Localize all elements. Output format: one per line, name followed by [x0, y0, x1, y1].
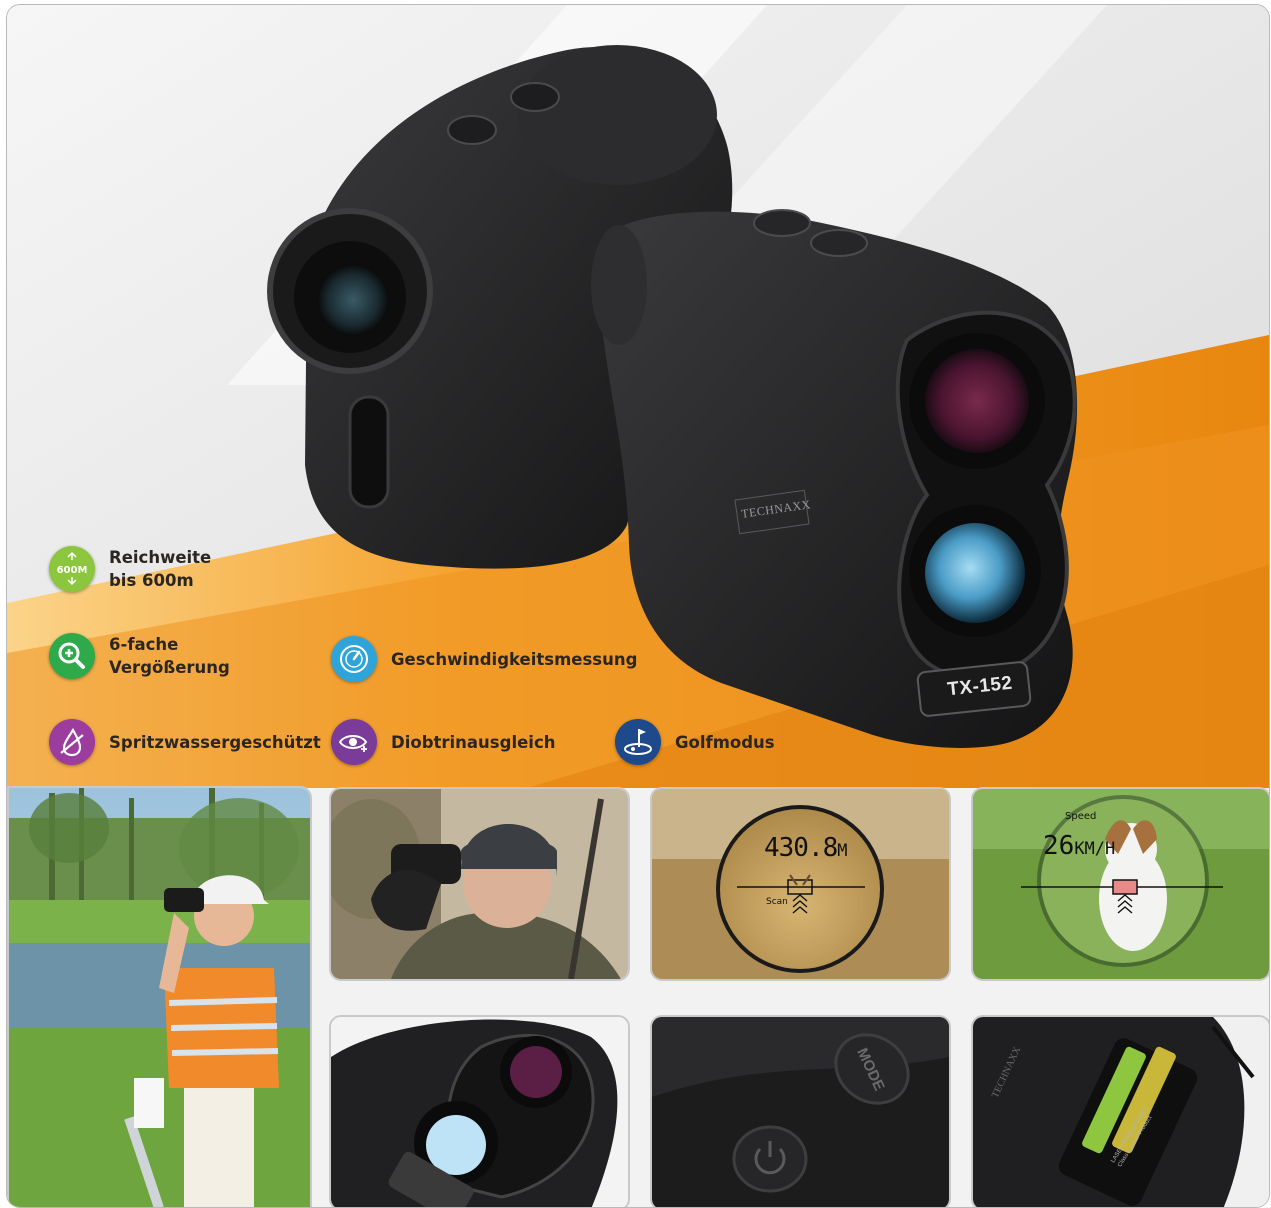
speed-unit: KM/H: [1074, 839, 1116, 859]
feature-splash: Spritzwassergeschützt: [49, 719, 321, 765]
feature-range-line2: bis 600m: [109, 571, 194, 590]
feature-range-label: Reichweite bis 600m: [109, 546, 211, 592]
distance-readout: 430.8M: [764, 833, 848, 863]
feature-splash-line1: Spritzwassergeschützt: [109, 732, 321, 752]
photo-golfer: [7, 786, 312, 1207]
speed-readout: 26KM/H: [1043, 831, 1115, 861]
golf-flag-icon: [615, 719, 661, 765]
photo-speed-viewfinder: Speed 26KM/H: [971, 787, 1269, 981]
distance-value: 430.8: [764, 833, 838, 863]
feature-range: 600M Reichweite bis 600m: [49, 546, 211, 592]
photo-lens-closeup: [329, 1015, 630, 1207]
photo-buttons-closeup: MODE: [650, 1015, 951, 1207]
feature-zoom: 6-fache Vergößerung: [49, 633, 230, 679]
feature-speed-line1: Geschwindigkeitsmessung: [391, 649, 638, 669]
feature-golf-line1: Golfmodus: [675, 732, 775, 752]
photo-hunter: [329, 787, 630, 981]
photo-battery-compartment: LASER RANGEFINDER Class 1 Laser Product …: [971, 1015, 1269, 1207]
magnifier-plus-icon: [49, 633, 95, 679]
eye-diopter-icon: [331, 719, 377, 765]
distance-unit: M: [837, 841, 847, 861]
speed-value: 26: [1043, 831, 1075, 861]
feature-zoom-label: 6-fache Vergößerung: [109, 633, 230, 679]
scan-mode-label: Scan: [766, 897, 788, 907]
product-banner: TX-152 TECHNAXX 600M Reichweite bis 600m: [6, 4, 1270, 1208]
feature-zoom-line2: Vergößerung: [109, 658, 230, 677]
photo-distance-viewfinder: 430.8M Scan: [650, 787, 951, 981]
feature-diopter-line1: Diobtrinausgleich: [391, 732, 556, 752]
range-600m-icon: 600M: [49, 546, 95, 592]
speedometer-icon: [331, 636, 377, 682]
feature-diopter: Diobtrinausgleich: [331, 719, 555, 765]
feature-speed: Geschwindigkeitsmessung: [331, 636, 637, 682]
speed-caption: Speed: [1065, 811, 1097, 822]
feature-zoom-line1: 6-fache: [109, 635, 179, 654]
feature-range-line1: Reichweite: [109, 548, 212, 567]
hero-section: TX-152 TECHNAXX 600M Reichweite bis 600m: [7, 5, 1269, 788]
water-drop-icon: [49, 719, 95, 765]
feature-diopter-label: Diobtrinausgleich: [391, 731, 555, 754]
range-icon-text: 600M: [57, 565, 88, 576]
feature-golf-label: Golfmodus: [675, 731, 775, 754]
feature-golf: Golfmodus: [615, 719, 775, 765]
feature-splash-label: Spritzwassergeschützt: [109, 731, 321, 754]
feature-speed-label: Geschwindigkeitsmessung: [391, 648, 637, 671]
